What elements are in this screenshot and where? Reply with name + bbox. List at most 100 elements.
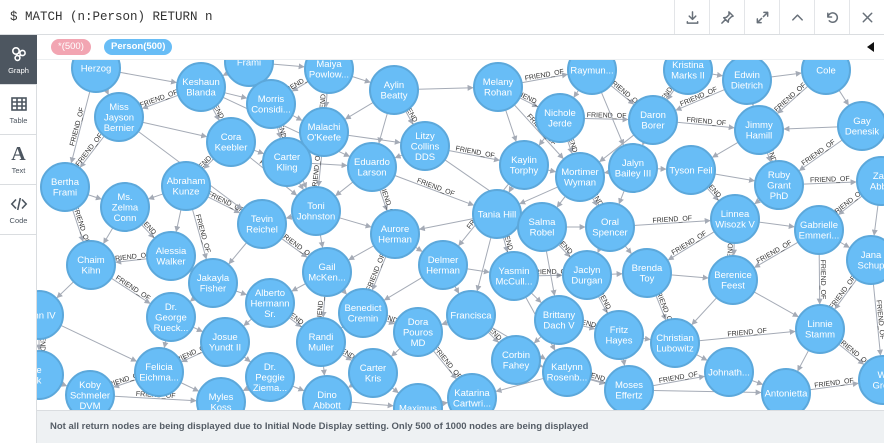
relationship-edge[interactable]: [711, 71, 723, 78]
person-node[interactable]: Herzog: [71, 60, 121, 93]
person-node[interactable]: JaclynDurgan: [562, 250, 612, 300]
relationship-edge[interactable]: [871, 204, 879, 236]
person-node[interactable]: OralSpencer: [585, 202, 635, 252]
relationship-edge[interactable]: [103, 227, 114, 244]
relationship-edge[interactable]: [162, 340, 169, 349]
person-node[interactable]: Johnath...: [704, 347, 754, 397]
person-node[interactable]: CoraKeebler: [206, 117, 256, 167]
person-node[interactable]: YasminMcCull...: [489, 251, 539, 301]
person-node[interactable]: AuroreHerman: [370, 209, 420, 259]
relationship-edge[interactable]: [180, 382, 200, 392]
relationship-edge[interactable]: [783, 125, 839, 132]
relationship-edge[interactable]: [754, 198, 761, 205]
person-node[interactable]: EduardoLarson: [347, 142, 397, 192]
sidebar-item-code[interactable]: Code: [0, 185, 37, 235]
person-node[interactable]: JanaSchup: [846, 235, 884, 285]
relationship-edge[interactable]: [243, 356, 251, 363]
relationship-edge[interactable]: [414, 245, 423, 252]
relationship-edge[interactable]: [624, 245, 632, 254]
person-node[interactable]: MelanyRohan: [473, 62, 523, 112]
person-node[interactable]: CarterKling: [262, 137, 312, 187]
relationship-edge[interactable]: [228, 242, 248, 265]
person-node[interactable]: RandiMuller: [296, 317, 346, 367]
person-node[interactable]: BrittanyDach V: [534, 295, 584, 345]
person-node[interactable]: Tyson Feil: [666, 145, 716, 195]
relationship-edge[interactable]: [335, 181, 354, 196]
collapse-up-icon[interactable]: [779, 0, 814, 34]
person-node[interactable]: Raymun...: [567, 60, 617, 95]
relationship-edge[interactable]: [441, 319, 449, 326]
relationship-edge[interactable]: [235, 290, 247, 296]
relationship-edge[interactable]: [297, 182, 304, 191]
person-node[interactable]: JosueYundt II: [200, 317, 250, 367]
rerun-icon[interactable]: [814, 0, 849, 34]
person-node[interactable]: MylesKoss: [196, 377, 246, 410]
person-node[interactable]: ek: [37, 350, 64, 400]
relationship-edge[interactable]: [224, 92, 248, 100]
relationship-edge[interactable]: [417, 84, 474, 91]
relationship-edge[interactable]: [347, 134, 401, 145]
person-node[interactable]: GabrielleEmmeri...: [794, 205, 844, 255]
graph-svg[interactable]: FRIEND_OFFRIEND_OFFRIEND_OF FRIEND_OF FRIE…: [37, 60, 884, 410]
expand-icon[interactable]: [744, 0, 779, 34]
person-node[interactable]: MortimerWyman: [555, 152, 605, 202]
relationship-edge[interactable]: [142, 121, 208, 139]
relationship-edge[interactable]: [243, 318, 253, 326]
person-node[interactable]: MosesEffertz: [604, 365, 654, 410]
relationship-edge[interactable]: [475, 237, 492, 292]
relationship-edge[interactable]: [148, 193, 164, 200]
relationship-edge[interactable]: [691, 297, 718, 326]
download-icon[interactable]: [674, 0, 709, 34]
person-node[interactable]: KeshaunBlanda: [176, 62, 226, 112]
relationship-edge[interactable]: [348, 245, 375, 261]
relationship-edge[interactable]: [620, 358, 627, 366]
pin-icon[interactable]: [709, 0, 744, 34]
person-node[interactable]: DelmerHerman: [418, 240, 468, 290]
relationship-edge[interactable]: [670, 274, 709, 281]
person-node[interactable]: ZanAbbo: [856, 156, 884, 206]
relationship-edge[interactable]: [253, 148, 265, 155]
person-node[interactable]: LinnieStamm: [795, 304, 845, 354]
person-node[interactable]: Dr.GeorgeRueck...: [146, 292, 196, 342]
relationship-edge[interactable]: [530, 292, 542, 303]
relationship-edge[interactable]: [508, 185, 515, 193]
relationship-edge[interactable]: [618, 190, 625, 205]
person-node[interactable]: ChaimKihn: [66, 240, 116, 290]
relationship-edge[interactable]: [547, 167, 557, 174]
person-node[interactable]: ChristianLubowitz: [650, 318, 700, 368]
person-node[interactable]: NicholeJerde: [535, 93, 585, 143]
relationship-edge[interactable]: [291, 283, 307, 292]
relationship-edge[interactable]: [505, 109, 518, 142]
relationship-edge[interactable]: [753, 291, 799, 318]
person-node[interactable]: MissJaysonBernier: [94, 92, 144, 142]
query-text[interactable]: $ MATCH (n:Person) RETURN n: [10, 10, 213, 24]
person-node[interactable]: FritzHayes: [594, 310, 644, 360]
person-node[interactable]: TevinReichel: [237, 199, 287, 249]
person-node[interactable]: BrendaToy: [622, 248, 672, 298]
relationship-edge[interactable]: [338, 217, 372, 229]
person-node[interactable]: MorrisConsidi...: [246, 79, 296, 129]
relationship-edge[interactable]: [391, 387, 399, 394]
person-node[interactable]: GailMcKen...: [302, 247, 352, 297]
person-node[interactable]: BerthaFrami: [40, 162, 90, 212]
relationship-edge[interactable]: [174, 209, 182, 233]
relationship-edge[interactable]: [556, 195, 566, 208]
relationship-edge[interactable]: [318, 234, 325, 248]
graph-canvas[interactable]: FRIEND_OF FRIEND_OF FRIEND_OF FRIEND_OF FRIE…: [37, 60, 884, 410]
person-node[interactable]: DinoAbbott: [302, 375, 352, 410]
person-node[interactable]: KobySchmelerDVM: [65, 370, 115, 410]
person-node[interactable]: FeliciaEichma...: [134, 347, 184, 397]
person-node[interactable]: BenedictCremin: [338, 288, 388, 338]
sidebar-item-text[interactable]: A Text: [0, 135, 37, 185]
person-node[interactable]: AylinBeatty: [369, 65, 419, 115]
relationship-edge[interactable]: [453, 285, 460, 294]
relationship-edge[interactable]: [797, 349, 810, 372]
relationship-edge[interactable]: [394, 153, 403, 159]
person-node[interactable]: DaronBorer: [628, 95, 678, 145]
relationship-edge[interactable]: [87, 194, 102, 201]
person-node[interactable]: BereniceFeest: [708, 255, 758, 305]
person-node[interactable]: ToniJohnston: [291, 186, 341, 236]
relationship-edge[interactable]: [838, 89, 849, 106]
person-node[interactable]: KaylinTorphy: [499, 140, 549, 190]
relationship-edge[interactable]: [320, 365, 327, 376]
